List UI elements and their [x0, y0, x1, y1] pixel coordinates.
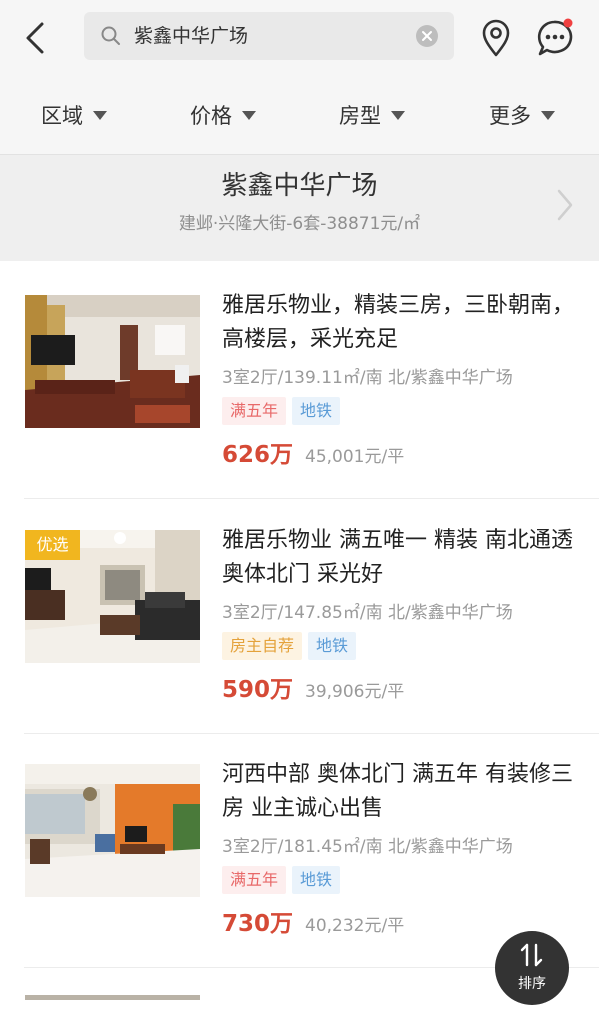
listing-item[interactable]: 雅居乐物业，精装三房，三卧朝南，高楼层，采光充足 3室2厅/139.11㎡/南 …: [0, 263, 599, 499]
listing-tags: 房主自荐 地铁: [222, 632, 362, 660]
filter-label: 区域: [41, 104, 83, 128]
tag-metro: 地铁: [292, 866, 341, 894]
listing-title: 河西中部 奥体北门 满五年 有装修三房 业主诚心出售: [222, 762, 573, 821]
sort-arrows-icon: [520, 943, 543, 967]
unit-price: 40,232元/平: [305, 916, 405, 936]
unit-price: 45,001元/平: [305, 447, 405, 467]
total-price: 590万: [222, 677, 294, 703]
listing-item[interactable]: 优选 雅居乐物业 满五唯一 精装 南北通透 奥体北门 采光好 3室2厅/147.…: [0, 498, 599, 734]
chevron-right-icon: [557, 189, 573, 221]
tag-metro: 地铁: [308, 632, 357, 660]
filter-bar: 区域 价格 房型 更多: [0, 78, 599, 155]
clear-icon[interactable]: [416, 25, 438, 47]
listing-meta: 3室2厅/181.45㎡/南 北/紫鑫中华广场: [222, 837, 513, 857]
estate-summary: 建邺·兴隆大街-6套-38871元/㎡: [178, 214, 421, 234]
dropdown-triangle-icon: [391, 110, 405, 120]
filter-label: 房型: [339, 104, 381, 128]
total-price: 730万: [222, 911, 294, 937]
total-price: 626万: [222, 442, 294, 468]
location-pin-icon[interactable]: [478, 18, 514, 58]
search-icon: [101, 26, 120, 45]
sort-label: 排序: [518, 976, 546, 992]
listing-title: 雅居乐物业，精装三房，三卧朝南，高楼层，采光充足: [222, 293, 575, 352]
sort-button[interactable]: 排序: [495, 931, 569, 1005]
search-bar[interactable]: 紫鑫中华广场: [84, 12, 454, 60]
dropdown-triangle-icon: [242, 110, 256, 120]
unit-price: 39,906元/平: [305, 682, 405, 702]
listing-tags: 满五年 地铁: [222, 866, 346, 894]
tag-five-years: 满五年: [222, 866, 287, 894]
tag-metro: 地铁: [292, 397, 341, 425]
estate-header[interactable]: 紫鑫中华广场 建邺·兴隆大街-6套-38871元/㎡: [0, 155, 599, 261]
listing-meta: 3室2厅/147.85㎡/南 北/紫鑫中华广场: [222, 603, 513, 623]
filter-label: 价格: [190, 104, 232, 128]
listing-price: 590万 39,906元/平: [222, 670, 404, 704]
notification-dot: [563, 18, 573, 28]
top-bar: 紫鑫中华广场: [0, 0, 599, 78]
listing-price: 730万 40,232元/平: [222, 904, 404, 938]
search-input[interactable]: 紫鑫中华广场: [134, 12, 248, 60]
filter-price[interactable]: 价格: [190, 78, 256, 154]
filter-label: 更多: [489, 104, 531, 128]
filter-room-type[interactable]: 房型: [339, 78, 405, 154]
dropdown-triangle-icon: [93, 110, 107, 120]
listing-photo: [25, 295, 200, 428]
listing-title: 雅居乐物业 满五唯一 精装 南北通透 奥体北门 采光好: [222, 528, 573, 587]
back-arrow-icon[interactable]: [18, 18, 52, 58]
dropdown-triangle-icon: [541, 110, 555, 120]
tag-owner-recommended: 房主自荐: [222, 632, 303, 660]
filter-more[interactable]: 更多: [489, 78, 555, 154]
listing-tags: 满五年 地铁: [222, 397, 346, 425]
estate-name: 紫鑫中华广场: [221, 171, 378, 201]
listing-photo: [25, 995, 200, 1000]
listing-meta: 3室2厅/139.11㎡/南 北/紫鑫中华广场: [222, 368, 513, 388]
tag-five-years: 满五年: [222, 397, 287, 425]
filter-area[interactable]: 区域: [41, 78, 107, 154]
listing-item[interactable]: 河西中部 奥体北门 满五年 有装修三房 业主诚心出售 3室2厅/181.45㎡/…: [0, 732, 599, 968]
listing-price: 626万 45,001元/平: [222, 435, 404, 469]
listing-photo: [25, 764, 200, 897]
featured-badge: 优选: [25, 530, 80, 560]
message-icon[interactable]: [534, 16, 578, 58]
